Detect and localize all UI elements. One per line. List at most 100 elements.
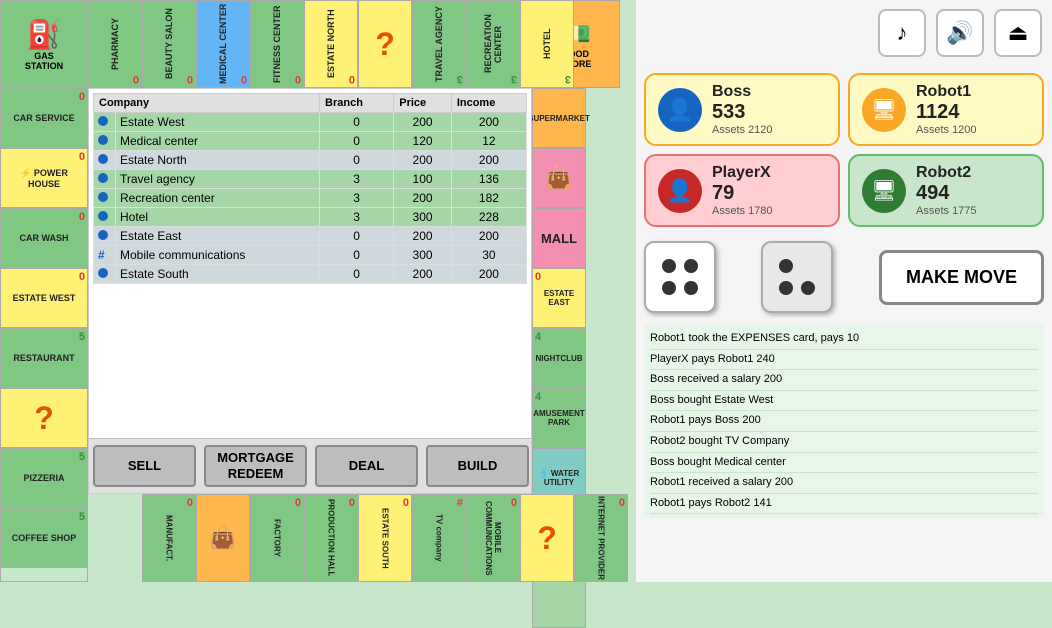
dice-area: MAKE MOVE bbox=[636, 235, 1052, 319]
avatar-playerx: 👤 bbox=[658, 169, 702, 213]
log-entry: Robot1 pays Boss 200 bbox=[650, 411, 1038, 432]
avatar-robot1: 🖥 bbox=[862, 88, 906, 132]
company-name: Medical center bbox=[116, 132, 320, 151]
sound-icon: 🔊 bbox=[946, 20, 973, 46]
cell-pizzeria: 5 PIZZERIA bbox=[0, 448, 88, 508]
cell-pharmacy: 0 PHARMACY bbox=[88, 0, 142, 88]
log-entry: Robot1 took the EXPENSES card, pays 10 bbox=[650, 329, 1038, 350]
company-price: 200 bbox=[394, 227, 452, 246]
dot-cell bbox=[94, 151, 116, 170]
cell-estate-south: 0 ESTATE SOUTH bbox=[358, 494, 412, 582]
company-branch: 0 bbox=[320, 113, 394, 132]
dot bbox=[779, 281, 793, 295]
mortgage-redeem-button[interactable]: MORTGAGEREDEEM bbox=[204, 445, 307, 487]
log-entry: Boss received a salary 200 bbox=[650, 370, 1038, 391]
monitor-icon-robot1: 🖥 bbox=[871, 97, 896, 122]
company-price: 200 bbox=[394, 189, 452, 208]
company-price: 200 bbox=[394, 265, 452, 284]
company-name: Recreation center bbox=[116, 189, 320, 208]
music-icon: ♪ bbox=[897, 20, 908, 46]
company-branch: 0 bbox=[320, 227, 394, 246]
dot-cell bbox=[94, 208, 116, 227]
dot-cell: # bbox=[94, 246, 116, 265]
dot-cell bbox=[94, 189, 116, 208]
cell-travel-agency: 3 TRAVEL AGENCY bbox=[412, 0, 466, 88]
action-buttons: SELL MORTGAGEREDEEM DEAL BUILD bbox=[89, 438, 532, 493]
company-dot bbox=[98, 116, 108, 126]
company-dot bbox=[98, 135, 108, 145]
dot-cell bbox=[94, 132, 116, 151]
player-name-robot1: Robot1 bbox=[916, 83, 977, 101]
company-branch: 3 bbox=[320, 170, 394, 189]
table-row[interactable]: Travel agency 3 100 136 bbox=[94, 170, 527, 189]
music-button[interactable]: ♪ bbox=[878, 9, 926, 57]
table-row[interactable]: Medical center 0 120 12 bbox=[94, 132, 527, 151]
dot bbox=[684, 281, 698, 295]
cell-estate-west: 0 ESTATE WEST bbox=[0, 268, 88, 328]
company-income: 200 bbox=[451, 113, 526, 132]
player-name-robot2: Robot2 bbox=[916, 164, 977, 182]
table-row[interactable]: Estate West 0 200 200 bbox=[94, 113, 527, 132]
dot bbox=[662, 281, 676, 295]
cell-manufact: 0 MANUFACT. bbox=[142, 494, 196, 582]
table-row[interactable]: Estate North 0 200 200 bbox=[94, 151, 527, 170]
company-branch: 3 bbox=[320, 208, 394, 227]
cell-supermarket: SUPERMARKET bbox=[532, 88, 586, 148]
table-row[interactable]: Estate South 0 200 200 bbox=[94, 265, 527, 284]
company-price: 300 bbox=[394, 208, 452, 227]
deal-button[interactable]: DEAL bbox=[315, 445, 418, 487]
sell-button[interactable]: SELL bbox=[93, 445, 196, 487]
right-panel: ♪ 🔊 ⏏ 👤 Boss 533 Assets 2120 🖥 bbox=[636, 0, 1052, 582]
top-row: 0 PHARMACY 0 BEAUTY SALON 0 MEDICAL CENT… bbox=[88, 0, 628, 88]
company-name: Estate East bbox=[116, 227, 320, 246]
col-price: Price bbox=[394, 94, 452, 113]
company-table: Company Branch Price Income Estate West … bbox=[93, 93, 527, 284]
company-name: Travel agency bbox=[116, 170, 320, 189]
cell-coffee-shop: 5 COFFEE SHOP bbox=[0, 508, 88, 568]
player-assets-playerx: Assets 1780 bbox=[712, 205, 773, 217]
company-table-container[interactable]: Company Branch Price Income Estate West … bbox=[89, 89, 531, 439]
company-income: 182 bbox=[451, 189, 526, 208]
sound-button[interactable]: 🔊 bbox=[936, 9, 984, 57]
company-branch: 0 bbox=[320, 265, 394, 284]
build-button[interactable]: BUILD bbox=[426, 445, 529, 487]
company-dot bbox=[98, 230, 108, 240]
company-dot bbox=[98, 192, 108, 202]
log-area[interactable]: Robot1 took the EXPENSES card, pays 10Pl… bbox=[644, 323, 1044, 518]
table-row[interactable]: Recreation center 3 200 182 bbox=[94, 189, 527, 208]
cell-bag2: 👜 bbox=[196, 494, 250, 582]
table-row[interactable]: # Mobile communications 0 300 30 bbox=[94, 246, 527, 265]
avatar-robot2: 🖥 bbox=[862, 169, 906, 213]
cell-mall: MALL bbox=[532, 208, 586, 268]
player-money-boss: 533 bbox=[712, 101, 773, 124]
player-money-playerx: 79 bbox=[712, 182, 773, 205]
cell-amusement-park: 4 AMUSEMENT PARK bbox=[532, 388, 586, 448]
table-row[interactable]: Estate East 0 200 200 bbox=[94, 227, 527, 246]
players-grid: 👤 Boss 533 Assets 2120 🖥 Robot1 1124 Ass… bbox=[636, 65, 1052, 235]
cell-power-house: 0 ⚡ POWER HOUSE bbox=[0, 148, 88, 208]
dot bbox=[801, 281, 815, 295]
player-info-robot1: Robot1 1124 Assets 1200 bbox=[916, 83, 977, 136]
exit-button[interactable]: ⏏ bbox=[994, 9, 1042, 57]
cell-car-wash: 0 CAR WASH bbox=[0, 208, 88, 268]
company-price: 100 bbox=[394, 170, 452, 189]
cell-medical-center: 0 MEDICAL CENTER bbox=[196, 0, 250, 88]
monitor-icon-robot2: 🖥 bbox=[871, 178, 896, 203]
cell-hotel: 3 HOTEL bbox=[520, 0, 574, 88]
company-branch: 3 bbox=[320, 189, 394, 208]
player-name-playerx: PlayerX bbox=[712, 164, 773, 182]
gas-station-icon: ⛽ bbox=[27, 18, 62, 51]
player-card-playerx: 👤 PlayerX 79 Assets 1780 bbox=[644, 154, 840, 227]
company-income: 200 bbox=[451, 151, 526, 170]
cell-car-service: 0 CAR SERVICE bbox=[0, 88, 88, 148]
company-name: Estate South bbox=[116, 265, 320, 284]
cell-factory: 0 FACTORY bbox=[250, 494, 304, 582]
make-move-button[interactable]: MAKE MOVE bbox=[879, 250, 1044, 305]
company-income: 30 bbox=[451, 246, 526, 265]
company-name: Hotel bbox=[116, 208, 320, 227]
player-info-robot2: Robot2 494 Assets 1775 bbox=[916, 164, 977, 217]
company-income: 12 bbox=[451, 132, 526, 151]
log-entry: PlayerX pays Robot1 240 bbox=[650, 350, 1038, 371]
table-row[interactable]: Hotel 3 300 228 bbox=[94, 208, 527, 227]
company-price: 300 bbox=[394, 246, 452, 265]
